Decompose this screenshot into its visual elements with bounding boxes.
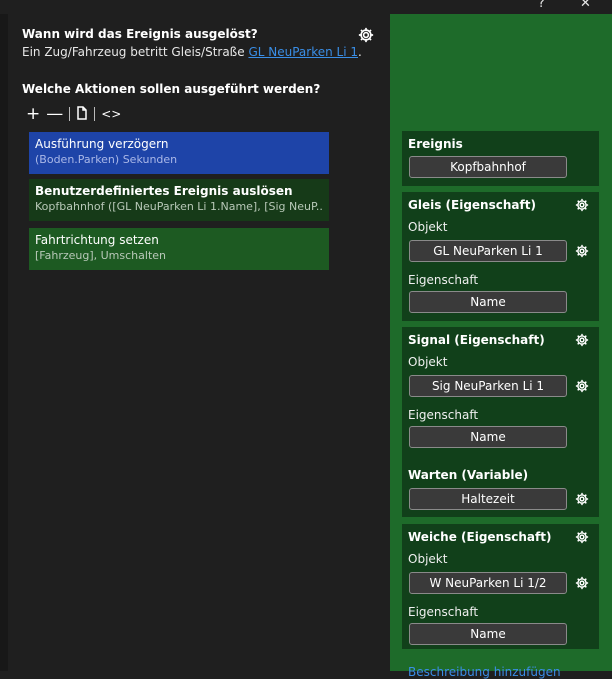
action-title: Benutzerdefiniertes Ereignis auslösen bbox=[35, 184, 293, 198]
eigenschaft-label: Eigenschaft bbox=[408, 605, 479, 619]
actions-toolbar: + — <> bbox=[26, 104, 121, 124]
action-item-delay[interactable]: Ausführung verzögern (Boden.Parken) Seku… bbox=[29, 132, 329, 174]
event-description: Ein Zug/Fahrzeug betritt Gleis/Straße GL… bbox=[22, 45, 362, 59]
eigenschaft-label: Eigenschaft bbox=[408, 408, 479, 422]
objekt-label: Objekt bbox=[408, 355, 448, 369]
gleis-settings-gear-icon[interactable] bbox=[575, 198, 589, 212]
event-settings-gear-icon[interactable] bbox=[357, 26, 375, 44]
signal-settings-gear-icon[interactable] bbox=[575, 333, 589, 347]
action-subtitle: [Fahrzeug], Umschalten bbox=[35, 249, 166, 262]
signal-objekt-gear-icon[interactable] bbox=[575, 379, 589, 393]
card-title: Gleis (Eigenschaft) bbox=[408, 198, 536, 212]
weiche-objekt-gear-icon[interactable] bbox=[575, 576, 589, 590]
ereignis-value-field[interactable]: Kopfbahnhof bbox=[409, 156, 567, 178]
objekt-label: Objekt bbox=[408, 552, 448, 566]
action-title: Fahrtrichtung setzen bbox=[35, 233, 159, 247]
close-button[interactable]: ✕ bbox=[580, 0, 591, 11]
event-description-suffix: . bbox=[358, 45, 362, 59]
toolbar-divider bbox=[94, 107, 96, 121]
signal-objekt-field[interactable]: Sig NeuParken Li 1 bbox=[409, 375, 567, 397]
warten-value-field[interactable]: Haltezeit bbox=[409, 488, 567, 510]
card-title: Signal (Eigenschaft) bbox=[408, 333, 545, 347]
objekt-label: Objekt bbox=[408, 220, 448, 234]
gleis-objekt-field[interactable]: GL NeuParken Li 1 bbox=[409, 240, 567, 262]
weiche-eigenschaft-field[interactable]: Name bbox=[409, 623, 567, 645]
card-title: Warten (Variable) bbox=[408, 468, 529, 482]
event-description-prefix: Ein Zug/Fahrzeug betritt Gleis/Straße bbox=[22, 45, 249, 59]
action-item-direction[interactable]: Fahrtrichtung setzen [Fahrzeug], Umschal… bbox=[29, 228, 329, 270]
action-subtitle: (Boden.Parken) Sekunden bbox=[35, 153, 178, 166]
track-link[interactable]: GL NeuParken Li 1 bbox=[248, 45, 358, 59]
left-edge-bar bbox=[0, 14, 8, 671]
weiche-card: Weiche (Eigenschaft) Objekt W NeuParken … bbox=[402, 524, 599, 649]
add-description-link[interactable]: Beschreibung hinzufügen bbox=[408, 665, 561, 679]
code-view-button[interactable]: <> bbox=[101, 105, 121, 123]
parameters-panel: Ereignis Kopfbahnhof Gleis (Eigenschaft)… bbox=[390, 14, 612, 679]
actions-title: Welche Aktionen sollen ausgeführt werden… bbox=[22, 82, 321, 96]
gleis-eigenschaft-field[interactable]: Name bbox=[409, 291, 567, 313]
warten-card: Warten (Variable) Haltezeit bbox=[402, 462, 599, 517]
weiche-objekt-field[interactable]: W NeuParken Li 1/2 bbox=[409, 572, 567, 594]
title-bar: ? ✕ bbox=[0, 0, 612, 14]
signal-card: Signal (Eigenschaft) Objekt Sig NeuParke… bbox=[402, 327, 599, 469]
eigenschaft-label: Eigenschaft bbox=[408, 273, 479, 287]
remove-action-button[interactable]: — bbox=[46, 105, 63, 123]
toolbar-divider bbox=[69, 107, 71, 121]
warten-gear-icon[interactable] bbox=[575, 492, 589, 506]
copy-icon[interactable] bbox=[76, 105, 88, 123]
weiche-settings-gear-icon[interactable] bbox=[575, 530, 589, 544]
help-button[interactable]: ? bbox=[538, 0, 545, 11]
action-title: Ausführung verzögern bbox=[35, 137, 169, 151]
gleis-card: Gleis (Eigenschaft) Objekt GL NeuParken … bbox=[402, 192, 599, 321]
action-item-custom-event[interactable]: Benutzerdefiniertes Ereignis auslösen Ko… bbox=[29, 179, 329, 221]
card-title: Weiche (Eigenschaft) bbox=[408, 530, 552, 544]
event-question: Wann wird das Ereignis ausgelöst? bbox=[22, 27, 258, 41]
signal-eigenschaft-field[interactable]: Name bbox=[409, 426, 567, 448]
editor-pane: Wann wird das Ereignis ausgelöst? Ein Zu… bbox=[8, 14, 390, 671]
add-action-button[interactable]: + bbox=[26, 105, 40, 123]
action-subtitle: Kopfbahnhof ([GL NeuParken Li 1.Name], [… bbox=[35, 200, 323, 213]
card-title: Ereignis bbox=[408, 137, 463, 151]
ereignis-card: Ereignis Kopfbahnhof bbox=[402, 131, 599, 186]
gleis-objekt-gear-icon[interactable] bbox=[575, 244, 589, 258]
